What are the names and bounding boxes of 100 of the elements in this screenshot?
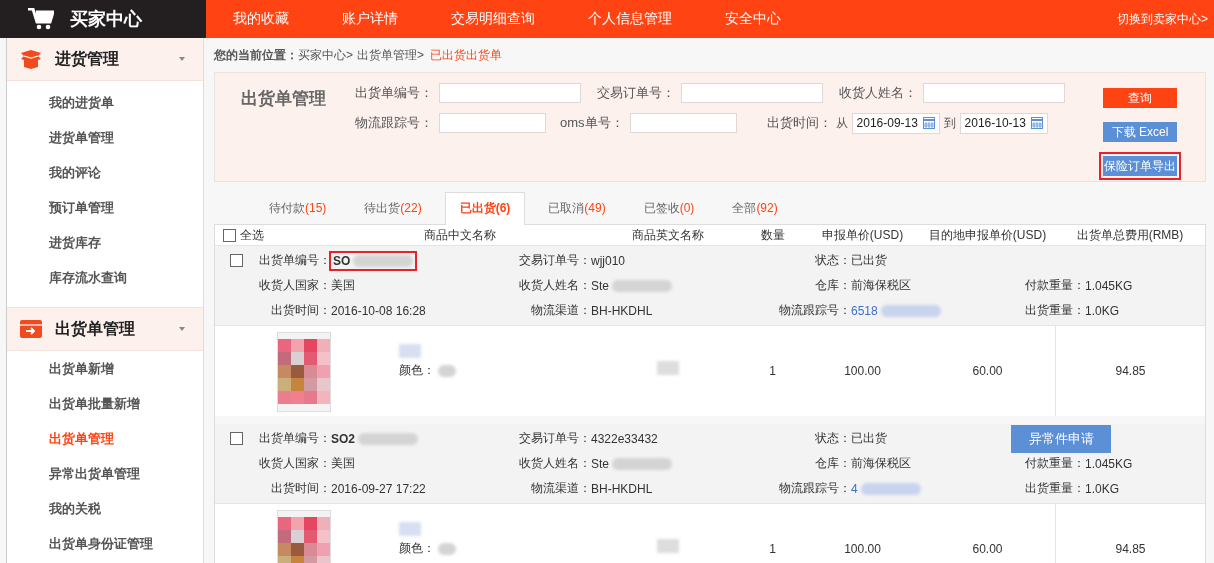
- column-header: 数量: [759, 226, 786, 244]
- field-value: Ste: [591, 278, 672, 293]
- field-label: 状态：: [814, 252, 851, 269]
- breadcrumb-current: 已出货出货单: [430, 46, 503, 64]
- exception-button[interactable]: 异常件申请: [1011, 424, 1111, 453]
- date-field[interactable]: 2016-10-13: [959, 112, 1048, 134]
- from-label: 从: [835, 114, 848, 132]
- sidebar-item[interactable]: 出货单身份证管理: [7, 526, 203, 561]
- field-value: 1.045KG: [1085, 456, 1133, 471]
- table-cell: 94.85: [1055, 326, 1205, 416]
- checkbox[interactable]: [230, 254, 243, 267]
- sidebar-item[interactable]: 异常出货单管理: [7, 456, 203, 491]
- field-value: 2016-10-08 16:28: [331, 303, 426, 318]
- action-button[interactable]: 保险订单导出: [1103, 156, 1177, 176]
- sidebar-item[interactable]: 我的关税: [7, 491, 203, 526]
- table-cell-text: 100.00: [843, 363, 882, 380]
- status-tab[interactable]: 已签收(0): [628, 192, 710, 224]
- field-label: 收货人姓名：: [839, 84, 917, 102]
- nav-link[interactable]: 个人信息管理: [588, 10, 672, 28]
- sidebar-group-header[interactable]: 进货管理: [7, 38, 203, 81]
- breadcrumb-label: 您的当前位置：: [214, 46, 298, 64]
- field-value: 前海保税区: [851, 278, 911, 292]
- field-value: BH-HKDHL: [591, 303, 653, 318]
- status-tab[interactable]: 待付款(15): [254, 192, 342, 224]
- caret-icon: [179, 327, 185, 331]
- nav-link[interactable]: 我的收藏: [233, 10, 289, 28]
- sidebar-item[interactable]: 出货单新增: [7, 351, 203, 386]
- status-tab[interactable]: 待出货(22): [349, 192, 437, 224]
- filter-title: 出货单管理: [240, 88, 327, 110]
- field-label: 出货时间：: [270, 302, 331, 319]
- field-label: 状态：: [814, 430, 851, 447]
- field-label: 交易订单号：: [518, 252, 591, 269]
- field-label: 出货重量：: [1024, 302, 1085, 319]
- input-field[interactable]: [629, 113, 737, 133]
- field-value: BH-HKDHL: [591, 481, 653, 496]
- action-button[interactable]: 下载 Excel: [1103, 122, 1177, 142]
- column-header: 商品英文名称: [630, 226, 705, 244]
- table-cell: 94.85: [1055, 504, 1205, 563]
- sidebar-item[interactable]: 进货库存: [7, 225, 203, 260]
- input-field[interactable]: [439, 83, 581, 103]
- breadcrumb-link[interactable]: 出货单管理>: [357, 46, 425, 64]
- input-field[interactable]: [681, 83, 823, 103]
- sidebar-item[interactable]: 预订单管理: [7, 190, 203, 225]
- nav-link[interactable]: 安全中心: [725, 10, 781, 28]
- field-value: 1.045KG: [1085, 278, 1133, 293]
- nav-link[interactable]: 交易明细查询: [451, 10, 535, 28]
- input-field[interactable]: [439, 113, 546, 133]
- blurred-name: [399, 522, 421, 536]
- field-label: 出货单编号：: [258, 430, 331, 447]
- field-label: 收货人国家：: [258, 455, 331, 472]
- field-label: 交易订单号：: [518, 430, 591, 447]
- checkbox[interactable]: [230, 432, 243, 445]
- action-button[interactable]: 查询: [1103, 88, 1177, 108]
- field-label: oms单号：: [560, 114, 624, 132]
- sidebar-item[interactable]: 我的进货单: [7, 85, 203, 120]
- product-color: 颜色：: [399, 540, 456, 557]
- field-value: SO2: [331, 431, 418, 446]
- status-tab[interactable]: 全部(92): [717, 192, 793, 224]
- field-label: 收货人国家：: [258, 277, 331, 294]
- switch-link[interactable]: 切换到卖家中心>: [1117, 10, 1208, 28]
- status-tab[interactable]: 已出货(6): [444, 192, 526, 225]
- sidebar-group-header[interactable]: 出货单管理: [7, 307, 203, 351]
- brand-title: 买家中心: [70, 8, 142, 31]
- field-label: 出货重量：: [1024, 480, 1085, 497]
- breadcrumb-link[interactable]: 买家中心>: [298, 46, 353, 64]
- field-label: 仓库：: [814, 277, 851, 294]
- input-field[interactable]: [923, 83, 1065, 103]
- status-tab[interactable]: 已取消(49): [533, 192, 621, 224]
- date-field[interactable]: 2016-09-13: [851, 112, 940, 134]
- table-cell-text: 1: [768, 541, 777, 558]
- field-value: wjj010: [591, 253, 626, 268]
- select-all-label: 全选: [240, 226, 264, 244]
- field-value: 已出货: [851, 253, 887, 267]
- blurred-name: [656, 361, 679, 375]
- box-icon: [19, 49, 43, 69]
- sidebar-item[interactable]: 库存流水查询: [7, 260, 203, 295]
- field-value: 1.0KG: [1085, 303, 1120, 318]
- sidebar-item[interactable]: 出货单管理: [7, 421, 203, 456]
- field-label: 付款重量：: [1024, 277, 1085, 294]
- field-value: 4322e33432: [591, 431, 658, 446]
- column-header: 出货单总费用(RMB): [1075, 226, 1185, 244]
- field-label: 付款重量：: [1024, 455, 1085, 472]
- checkbox[interactable]: [223, 228, 236, 242]
- sidebar-item[interactable]: 进货单管理: [7, 120, 203, 155]
- calendar-icon: [922, 117, 935, 129]
- blurred-name: [399, 344, 421, 358]
- sidebar-item[interactable]: 出货单批量新增: [7, 386, 203, 421]
- field-label: 出货单编号：: [355, 84, 433, 102]
- nav-link[interactable]: 账户详情: [342, 10, 398, 28]
- field-value: SO: [331, 252, 416, 269]
- field-label: 收货人姓名：: [518, 455, 591, 472]
- product-color: 颜色：: [399, 362, 456, 379]
- sidebar-item[interactable]: 我的评论: [7, 155, 203, 190]
- field-value: 美国: [331, 456, 355, 470]
- field-label: 物流渠道：: [530, 302, 591, 319]
- column-header: 目的地申报单价(USD): [927, 226, 1048, 244]
- field-label: 物流跟踪号：: [778, 302, 851, 319]
- field-value: 2016-09-27 17:22: [331, 481, 426, 496]
- field-label: 交易订单号：: [597, 84, 675, 102]
- field-value: Ste: [591, 456, 672, 471]
